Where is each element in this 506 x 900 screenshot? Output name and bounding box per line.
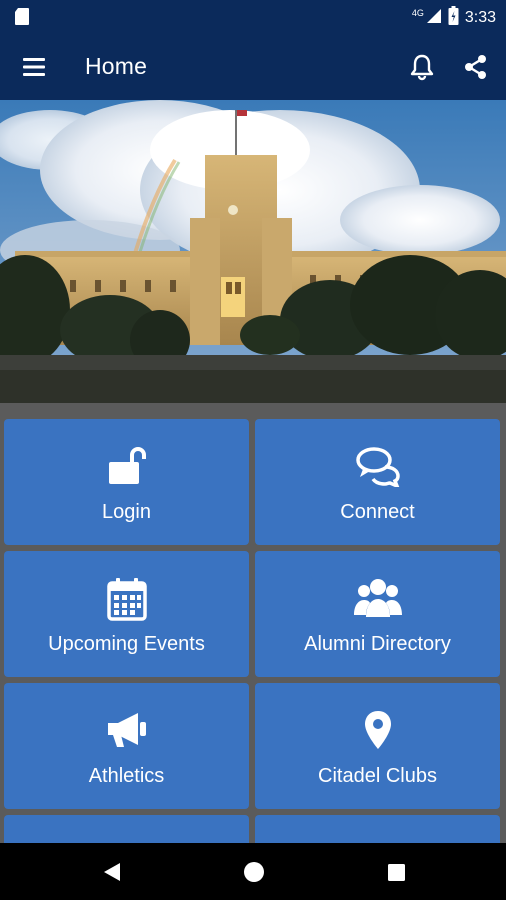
chat-bubbles-icon — [255, 445, 500, 487]
system-nav-bar — [0, 843, 506, 900]
home-icon[interactable] — [243, 861, 265, 888]
page-title: Home — [85, 53, 148, 79]
app-bar: Home — [0, 33, 506, 100]
athletics-tile[interactable]: Athletics — [4, 683, 249, 809]
megaphone-icon — [4, 709, 249, 751]
share-icon[interactable] — [462, 53, 490, 81]
bell-icon[interactable] — [408, 53, 436, 81]
login-tile[interactable]: Login — [4, 419, 249, 545]
map-pin-icon — [255, 709, 500, 751]
alumni-directory-tile[interactable]: Alumni Directory — [255, 551, 500, 677]
tile-label: Connect — [340, 501, 415, 523]
connect-tile[interactable]: Connect — [255, 419, 500, 545]
tile-label: Athletics — [88, 765, 165, 787]
back-icon[interactable] — [102, 861, 122, 888]
tile-label: Upcoming Events — [48, 633, 205, 655]
citadel-clubs-tile[interactable]: Citadel Clubs — [255, 683, 500, 809]
unlock-icon — [4, 445, 249, 487]
partial-tile[interactable] — [255, 815, 500, 845]
battery-icon — [448, 6, 459, 30]
partial-tile[interactable] — [4, 815, 249, 845]
menu-icon[interactable] — [22, 54, 48, 80]
network-label: 4G — [411, 8, 424, 18]
tile-label: Citadel Clubs — [318, 765, 437, 787]
menu-grid: Login Connect Upcoming Events Alumni Dir… — [0, 403, 506, 845]
calendar-icon — [4, 577, 249, 621]
signal-icon — [426, 8, 442, 29]
upcoming-events-tile[interactable]: Upcoming Events — [4, 551, 249, 677]
sd-card-icon — [14, 7, 30, 31]
hero-image — [0, 100, 506, 403]
recents-icon[interactable] — [387, 863, 406, 887]
group-icon — [255, 577, 500, 619]
status-right: 4G 3:33 — [412, 6, 496, 30]
tile-label: Login — [102, 501, 151, 523]
status-bar: 4G 3:33 — [0, 0, 506, 33]
tile-label: Alumni Directory — [304, 633, 451, 655]
clock: 3:33 — [464, 9, 496, 26]
